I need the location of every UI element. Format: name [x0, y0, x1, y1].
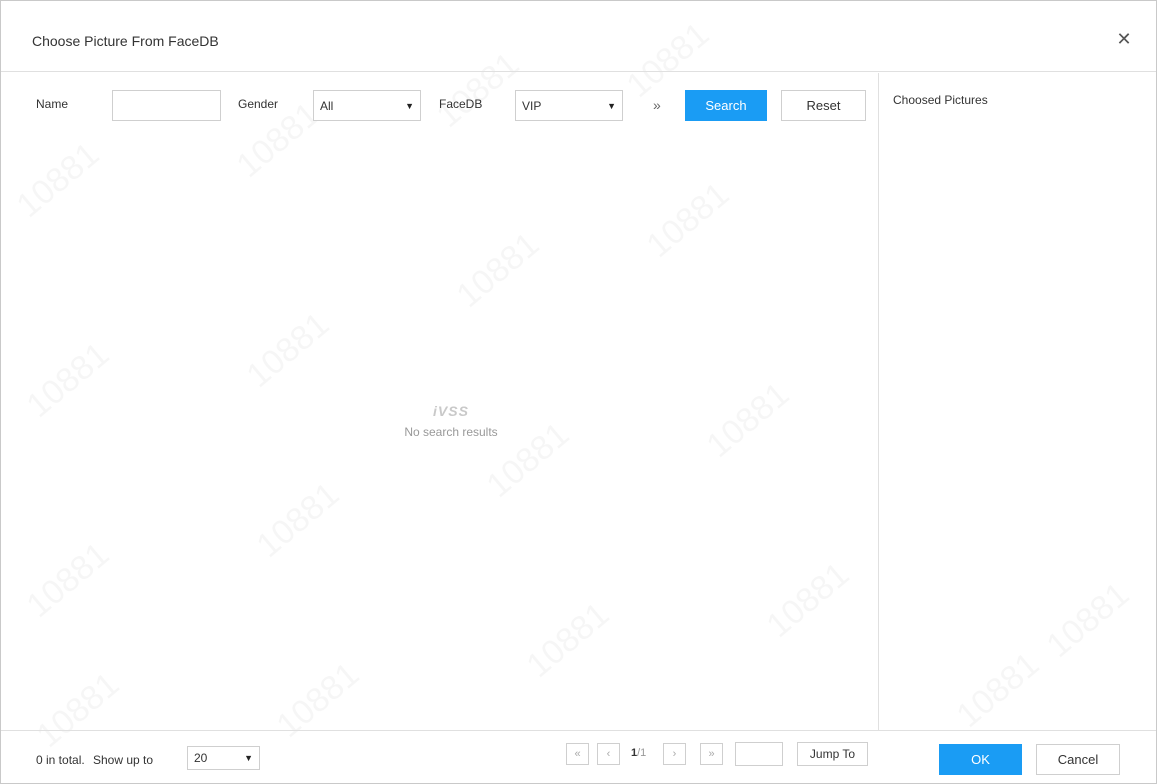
search-pane: Name Gender All ▼ FaceDB VIP ▼ » Search … [1, 73, 878, 730]
double-chevron-left-icon: « [574, 748, 581, 760]
ivss-logo: iVSS [433, 403, 469, 419]
gender-label: Gender [238, 97, 279, 111]
dialog-footer: 0 in total. Show up to 20 ▼ « ‹ 1/1 › » … [1, 730, 1156, 783]
facedb-label: FaceDB [439, 97, 483, 111]
dialog-title: Choose Picture From FaceDB [32, 33, 219, 49]
show-up-to-label: Show up to [93, 753, 154, 767]
gender-select[interactable]: All ▼ [313, 90, 421, 121]
double-chevron-right-icon[interactable]: » [653, 97, 661, 113]
caret-down-icon: ▼ [405, 100, 414, 111]
chosen-pictures-pane: Choosed Pictures [878, 73, 1156, 730]
jump-to-input[interactable] [735, 742, 783, 766]
search-button[interactable]: Search [685, 90, 767, 121]
total-pages: /1 [637, 747, 647, 759]
close-icon[interactable]: ✕ [1114, 29, 1134, 49]
caret-down-icon: ▼ [607, 100, 616, 111]
chevron-left-icon: ‹ [606, 748, 611, 760]
first-page-button[interactable]: « [566, 743, 589, 765]
name-label: Name [36, 97, 69, 111]
page-size-select[interactable]: 20 ▼ [187, 746, 260, 770]
reset-button[interactable]: Reset [781, 90, 866, 121]
page-size-value: 20 [194, 751, 208, 765]
facedb-select-value: VIP [522, 98, 542, 113]
jump-to-button[interactable]: Jump To [797, 742, 868, 766]
page-indicator: 1/1 [631, 747, 646, 759]
caret-down-icon: ▼ [244, 753, 253, 763]
facedb-select[interactable]: VIP ▼ [515, 90, 623, 121]
double-chevron-right-icon: » [708, 748, 715, 760]
cancel-button[interactable]: Cancel [1036, 744, 1120, 775]
dialog-header: Choose Picture From FaceDB ✕ [1, 1, 1156, 72]
gender-select-value: All [320, 98, 334, 113]
choose-picture-dialog: 10881 10881 10881 10881 10881 10881 1088… [0, 0, 1157, 784]
prev-page-button[interactable]: ‹ [597, 743, 620, 765]
no-results-message: No search results [404, 425, 498, 439]
chevron-right-icon: › [672, 748, 677, 760]
total-count: 0 in total. [36, 753, 85, 767]
last-page-button[interactable]: » [700, 743, 723, 765]
next-page-button[interactable]: › [663, 743, 686, 765]
empty-state: iVSS No search results [361, 403, 541, 439]
ok-button[interactable]: OK [939, 744, 1022, 775]
chosen-pictures-title: Choosed Pictures [893, 93, 988, 107]
name-input[interactable] [112, 90, 221, 121]
